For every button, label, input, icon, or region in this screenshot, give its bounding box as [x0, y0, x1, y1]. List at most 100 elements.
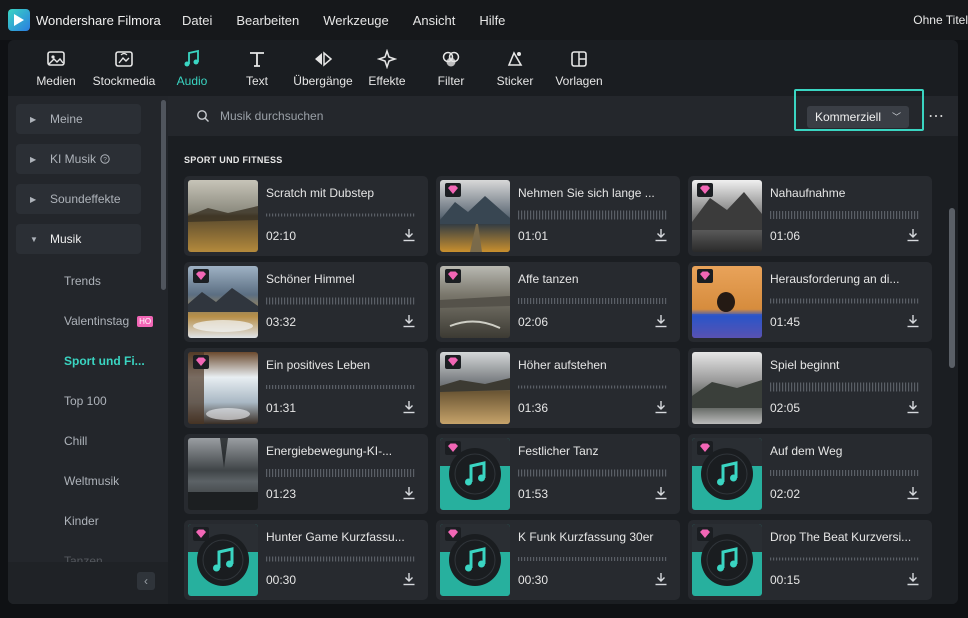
sidebar-item-musik[interactable]: ▼ Musik — [16, 224, 141, 254]
search-bar: Kommerziell ﹀ ⋯ — [168, 89, 958, 136]
filmora-logo-icon — [8, 9, 30, 31]
waveform — [770, 379, 920, 392]
search-input[interactable] — [220, 105, 720, 127]
download-icon[interactable] — [402, 572, 416, 586]
download-icon[interactable] — [906, 572, 920, 586]
track-thumbnail — [692, 524, 762, 596]
track-duration: 02:02 — [770, 487, 801, 501]
track-card[interactable]: Festlicher Tanz 01:53 — [436, 434, 680, 514]
sidebar-item-meine[interactable]: ▶ Meine — [16, 104, 141, 134]
premium-diamond-icon — [697, 269, 713, 283]
tab-sticker[interactable]: Sticker — [482, 40, 548, 96]
download-icon[interactable] — [906, 486, 920, 500]
waveform — [770, 551, 920, 561]
track-card[interactable]: Herausforderung an di... 01:45 — [688, 262, 932, 342]
sidebar-subitem-valentinstag[interactable]: Valentinstag HO — [64, 314, 154, 328]
track-card[interactable]: Affe tanzen 02:06 — [436, 262, 680, 342]
track-title: Nahaufnahme — [770, 186, 846, 200]
waveform — [518, 293, 668, 304]
tab-label: Medien — [36, 74, 76, 88]
waveform — [770, 293, 920, 304]
track-card[interactable]: Schöner Himmel 03:32 — [184, 262, 428, 342]
filter-icon — [442, 51, 460, 67]
download-icon[interactable] — [402, 228, 416, 242]
track-duration: 02:06 — [518, 315, 549, 329]
media-panel: Medien Stockmedia Audio Text Übergänge E… — [8, 40, 958, 604]
waveform — [266, 293, 416, 305]
sidebar-subitem-sport-und-fitness[interactable]: Sport und Fi... — [64, 354, 145, 368]
sidebar-item-ki-musik[interactable]: ▶ KI Musik ? — [16, 144, 141, 174]
sidebar-subitem-chill[interactable]: Chill — [64, 434, 87, 448]
category-sidebar: ▶ Meine ▶ KI Musik ? ▶ Soundeffekte ▼ Mu… — [8, 96, 168, 604]
templates-icon — [571, 51, 587, 67]
caret-right-icon: ▶ — [30, 114, 37, 124]
caret-right-icon: ▶ — [30, 154, 37, 164]
download-icon[interactable] — [402, 400, 416, 414]
tab-text[interactable]: Text — [222, 40, 292, 96]
download-icon[interactable] — [906, 228, 920, 242]
track-thumbnail — [188, 266, 258, 338]
download-icon[interactable] — [654, 486, 668, 500]
track-card[interactable]: Drop The Beat Kurzversi... 00:15 — [688, 520, 932, 600]
download-icon[interactable] — [402, 314, 416, 328]
tab-audio[interactable]: Audio — [162, 40, 222, 96]
sidebar-subitem-top-100[interactable]: Top 100 — [64, 394, 107, 408]
sidebar-subitem-trends[interactable]: Trends — [64, 274, 101, 288]
tab-effekte[interactable]: Effekte — [354, 40, 420, 96]
waveform — [266, 465, 416, 477]
tab-label: Audio — [176, 74, 208, 88]
track-thumbnail — [692, 438, 762, 510]
track-duration: 00:30 — [518, 573, 549, 587]
tab-label: Sticker — [496, 74, 534, 88]
premium-diamond-icon — [193, 355, 209, 369]
download-icon[interactable] — [402, 486, 416, 500]
track-card[interactable]: Höher aufstehen 01:36 — [436, 348, 680, 428]
tab-filter[interactable]: Filter — [420, 40, 482, 96]
download-icon[interactable] — [654, 314, 668, 328]
track-card[interactable]: Ein positives Leben 01:31 — [184, 348, 428, 428]
menu-item-datei[interactable]: Datei — [182, 13, 212, 28]
track-card[interactable]: K Funk Kurzfassung 30er 00:30 — [436, 520, 680, 600]
track-thumbnail — [440, 352, 510, 424]
download-icon[interactable] — [654, 572, 668, 586]
track-title: Drop The Beat Kurzversi... — [770, 530, 912, 544]
sidebar-item-soundeffekte[interactable]: ▶ Soundeffekte — [16, 184, 141, 214]
track-card[interactable]: Scratch mit Dubstep 02:10 — [184, 176, 428, 256]
download-icon[interactable] — [906, 400, 920, 414]
sidebar-subitem-label: Valentinstag — [64, 314, 130, 328]
track-duration: 01:23 — [266, 487, 297, 501]
sidebar-scrollbar[interactable] — [161, 100, 166, 290]
tab-vorlagen[interactable]: Vorlagen — [548, 40, 610, 96]
more-options-icon[interactable]: ⋯ — [928, 106, 945, 126]
track-card[interactable]: Energiebewegung-KI-... 01:23 — [184, 434, 428, 514]
sidebar-subitem-weltmusik[interactable]: Weltmusik — [64, 474, 119, 488]
download-icon[interactable] — [654, 228, 668, 242]
sidebar-subitem-kinder[interactable]: Kinder — [64, 514, 99, 528]
waveform — [518, 207, 668, 220]
track-card[interactable]: Spiel beginnt 02:05 — [688, 348, 932, 428]
menu-item-werkzeuge[interactable]: Werkzeuge — [323, 13, 389, 28]
premium-diamond-icon — [697, 183, 713, 197]
menu-item-bearbeiten[interactable]: Bearbeiten — [236, 13, 299, 28]
track-duration: 01:31 — [266, 401, 297, 415]
download-icon[interactable] — [654, 400, 668, 414]
menu-item-ansicht[interactable]: Ansicht — [413, 13, 456, 28]
track-title: Höher aufstehen — [518, 358, 607, 372]
caret-right-icon: ▶ — [30, 194, 37, 204]
collapse-sidebar-button[interactable]: ‹ — [137, 572, 155, 590]
track-card[interactable]: Auf dem Weg 02:02 — [688, 434, 932, 514]
track-card[interactable]: Hunter Game Kurzfassu... 00:30 — [184, 520, 428, 600]
sticker-icon — [507, 51, 523, 66]
license-filter-dropdown[interactable]: Kommerziell ﹀ — [807, 106, 909, 128]
tab-stockmedia[interactable]: Stockmedia — [86, 40, 162, 96]
track-card[interactable]: Nehmen Sie sich lange ... 01:01 — [436, 176, 680, 256]
track-thumbnail — [440, 438, 510, 510]
menu-item-hilfe[interactable]: Hilfe — [479, 13, 505, 28]
track-card[interactable]: Nahaufnahme 01:06 — [688, 176, 932, 256]
tab-uebergaenge[interactable]: Übergänge — [292, 40, 354, 96]
tab-medien[interactable]: Medien — [26, 40, 86, 96]
library-scrollbar[interactable] — [949, 208, 955, 368]
download-icon[interactable] — [906, 314, 920, 328]
premium-diamond-icon — [445, 269, 461, 283]
section-title: SPORT UND FITNESS — [184, 155, 283, 165]
